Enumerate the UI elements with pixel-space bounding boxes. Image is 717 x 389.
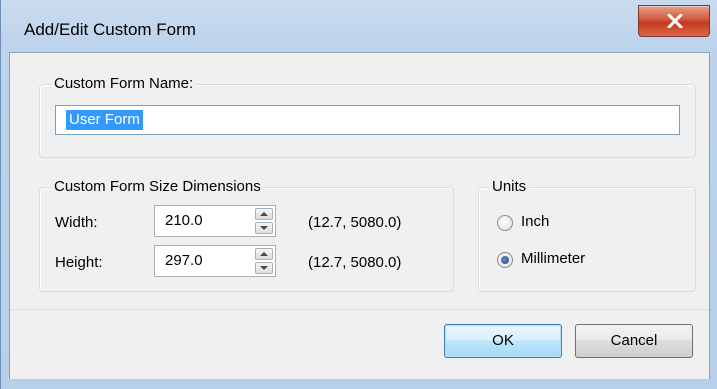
width-spinner[interactable]: 210.0 (154, 205, 276, 237)
dialog-footer: OK Cancel (10, 309, 709, 379)
form-name-legend: Custom Form Name: (51, 75, 197, 93)
width-down-button[interactable] (255, 222, 273, 234)
dialog-client-area: Custom Form Name: User Form Custom Form … (9, 52, 710, 379)
height-down-button[interactable] (255, 262, 273, 274)
form-name-input[interactable]: User Form (55, 105, 680, 135)
close-icon (667, 14, 683, 28)
units-group: Units (478, 178, 696, 292)
title-bar[interactable]: Add/Edit Custom Form (1, 0, 717, 52)
inch-label[interactable]: Inch (521, 213, 549, 230)
width-up-button[interactable] (255, 208, 273, 220)
millimeter-label[interactable]: Millimeter (521, 250, 585, 267)
form-name-value: User Form (66, 110, 143, 130)
ok-button[interactable]: OK (444, 324, 562, 358)
millimeter-radio[interactable] (497, 252, 513, 268)
height-range: (12.7, 5080.0) (308, 254, 402, 271)
cancel-button[interactable]: Cancel (575, 324, 693, 358)
form-name-legend-text: Custom Form Name: (54, 75, 194, 92)
width-value: 210.0 (165, 212, 203, 229)
dialog-window: Add/Edit Custom Form Custom Form Name: U… (0, 0, 717, 389)
height-value: 297.0 (165, 252, 203, 269)
height-spinner[interactable]: 297.0 (154, 245, 276, 277)
height-label: Height: (55, 254, 103, 271)
inch-radio[interactable] (497, 215, 513, 231)
chevron-up-icon (260, 252, 268, 256)
size-dimensions-legend: Custom Form Size Dimensions (51, 178, 264, 196)
height-up-button[interactable] (255, 248, 273, 260)
window-title: Add/Edit Custom Form (24, 20, 196, 39)
chevron-up-icon (260, 212, 268, 216)
units-legend: Units (489, 178, 530, 196)
width-range: (12.7, 5080.0) (308, 214, 402, 231)
chevron-down-icon (260, 266, 268, 270)
width-label: Width: (55, 214, 98, 231)
close-button[interactable] (638, 5, 710, 37)
chevron-down-icon (260, 226, 268, 230)
